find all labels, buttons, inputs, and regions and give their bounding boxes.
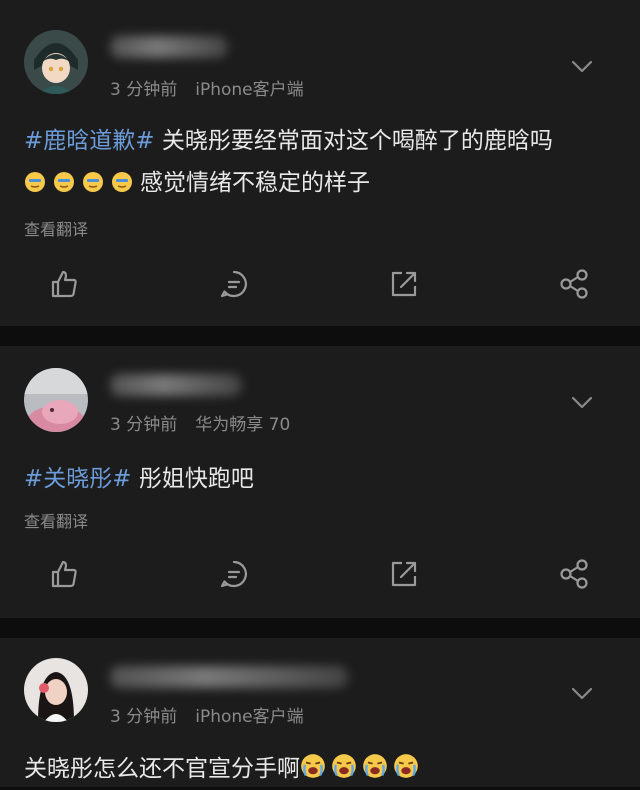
username[interactable] <box>110 374 242 396</box>
post-source: iPhone客户端 <box>195 80 304 100</box>
share-icon[interactable] <box>558 268 590 300</box>
avatar[interactable] <box>24 368 88 432</box>
chevron-down-icon[interactable] <box>568 683 596 703</box>
post-time: 3 分钟前 <box>110 80 178 100</box>
avatar[interactable] <box>24 658 88 722</box>
post-time: 3 分钟前 <box>110 415 178 435</box>
post-meta: 3 分钟前 iPhone客户端 <box>110 702 322 727</box>
crying-emoji-icon <box>363 754 387 778</box>
sweat-emoji-icon <box>83 172 103 192</box>
share-icon[interactable] <box>558 558 590 590</box>
crying-emoji-icon <box>394 754 418 778</box>
post-text: 感觉情绪不稳定的样子 <box>140 170 370 196</box>
crying-emoji-icon <box>301 754 325 778</box>
post-meta: 3 分钟前 华为畅享 70 <box>110 410 308 435</box>
sweat-emoji-icon <box>112 172 132 192</box>
post-source: 华为畅享 70 <box>195 415 291 435</box>
translate-link[interactable]: 查看翻译 <box>24 216 88 240</box>
thumbs-up-icon[interactable] <box>48 558 80 590</box>
post-content: #关晓彤# 彤姐快跑吧 <box>24 458 620 500</box>
post-time: 3 分钟前 <box>110 707 178 727</box>
post-text: 关晓彤要经常面对这个喝醉了的鹿晗吗 <box>154 128 553 154</box>
chevron-down-icon[interactable] <box>568 392 596 412</box>
username[interactable] <box>110 36 228 58</box>
sweat-emoji-icon <box>25 172 45 192</box>
post-card: 3 分钟前 华为畅享 70 #关晓彤# 彤姐快跑吧 查看翻译 <box>0 346 640 618</box>
repost-icon[interactable] <box>388 268 420 300</box>
post-card: 3 分钟前 iPhone客户端 #鹿晗道歉# 关晓彤要经常面对这个喝醉了的鹿晗吗 … <box>0 0 640 326</box>
post-meta: 3 分钟前 iPhone客户端 <box>110 75 322 100</box>
post-card: 3 分钟前 iPhone客户端 关晓彤怎么还不官宣分手啊 <box>0 638 640 787</box>
post-content: 关晓彤怎么还不官宣分手啊 <box>24 748 620 790</box>
post-source: iPhone客户端 <box>195 707 304 727</box>
sweat-emoji-icon <box>54 172 74 192</box>
avatar[interactable] <box>24 30 88 94</box>
repost-icon[interactable] <box>388 558 420 590</box>
post-text: 关晓彤怎么还不官宣分手啊 <box>24 756 300 782</box>
thumbs-up-icon[interactable] <box>48 268 80 300</box>
topic-link[interactable]: #鹿晗道歉# <box>24 128 155 154</box>
chevron-down-icon[interactable] <box>568 56 596 76</box>
comment-icon[interactable] <box>218 558 250 590</box>
post-content: #鹿晗道歉# 关晓彤要经常面对这个喝醉了的鹿晗吗 感觉情绪不稳定的样子 <box>24 120 620 204</box>
comment-icon[interactable] <box>218 268 250 300</box>
post-text: 彤姐快跑吧 <box>131 466 254 492</box>
crying-emoji-icon <box>332 754 356 778</box>
username[interactable] <box>110 666 348 688</box>
translate-link[interactable]: 查看翻译 <box>24 508 88 532</box>
topic-link[interactable]: #关晓彤# <box>24 466 132 492</box>
